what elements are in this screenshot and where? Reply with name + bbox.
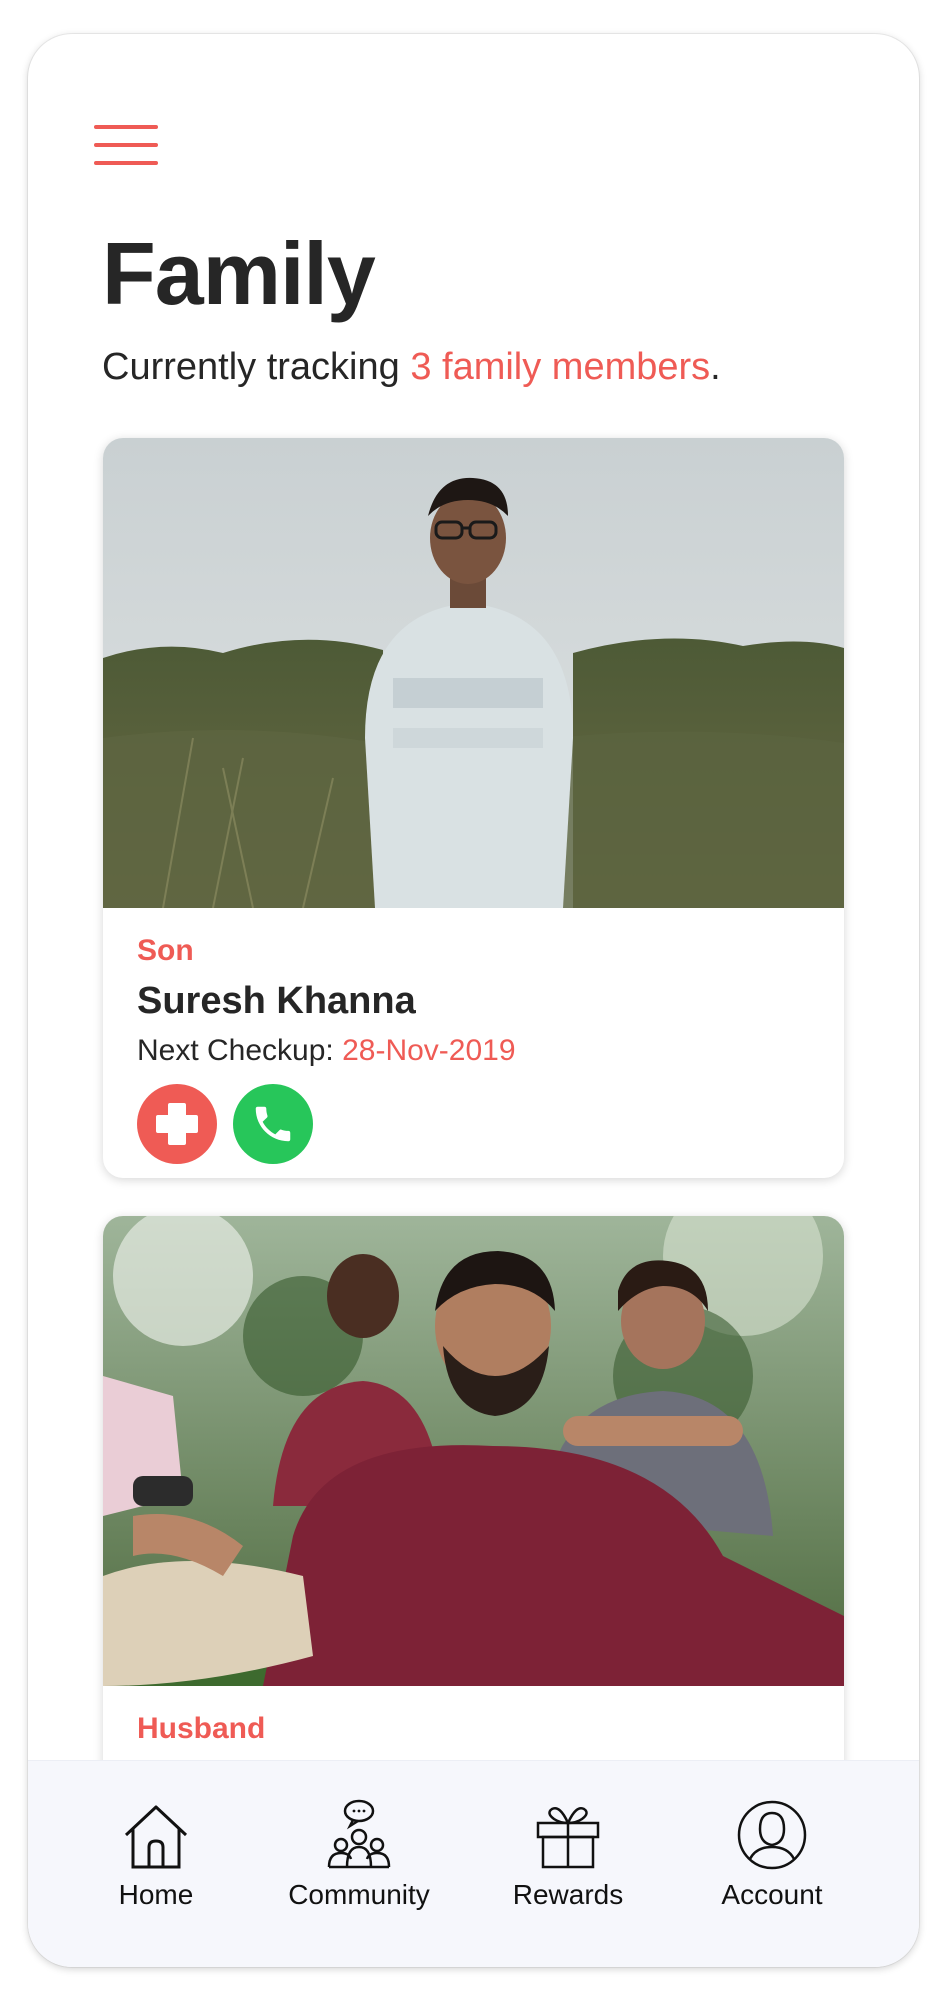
page-title: Family bbox=[102, 224, 376, 323]
member-photo-husband bbox=[103, 1216, 844, 1686]
medical-button[interactable] bbox=[137, 1084, 217, 1164]
tracking-summary: Currently tracking 3 family members. bbox=[102, 346, 721, 389]
tab-rewards[interactable]: Rewards bbox=[473, 1799, 663, 1911]
tab-community-label: Community bbox=[288, 1879, 430, 1910]
member-card-son[interactable]: Son Suresh Khanna Next Checkup: 28-Nov-2… bbox=[103, 438, 844, 1178]
community-icon bbox=[327, 1799, 391, 1869]
member-name: Suresh Khanna bbox=[137, 980, 416, 1022]
member-info-son: Son Suresh Khanna Next Checkup: 28-Nov-2… bbox=[137, 936, 516, 1164]
bottom-tab-bar: Home Community Rewards Account bbox=[28, 1760, 919, 1967]
phone-screen: Family Currently tracking 3 family membe… bbox=[28, 34, 919, 1967]
checkup-label: Next Checkup: bbox=[137, 1034, 343, 1067]
member-info-husband: Husband bbox=[137, 1714, 265, 1744]
member-relation: Son bbox=[137, 934, 194, 967]
member-photo-son bbox=[103, 438, 844, 908]
subtitle-suffix: . bbox=[710, 346, 721, 388]
tab-community[interactable]: Community bbox=[264, 1799, 454, 1911]
gift-icon bbox=[536, 1807, 600, 1869]
phone-icon bbox=[255, 1106, 291, 1142]
call-button[interactable] bbox=[233, 1084, 313, 1164]
tab-home-label: Home bbox=[118, 1879, 194, 1910]
member-count-link[interactable]: 3 family members bbox=[410, 346, 710, 388]
tab-account[interactable]: Account bbox=[677, 1799, 867, 1911]
subtitle-prefix: Currently tracking bbox=[102, 346, 411, 388]
tab-rewards-label: Rewards bbox=[512, 1879, 624, 1910]
hamburger-menu-icon[interactable] bbox=[94, 122, 158, 168]
tab-home[interactable]: Home bbox=[61, 1799, 251, 1911]
medical-cross-icon bbox=[156, 1103, 198, 1145]
next-checkup: Next Checkup: 28-Nov-2019 bbox=[137, 1036, 516, 1066]
member-actions bbox=[137, 1084, 516, 1164]
member-relation: Husband bbox=[137, 1712, 266, 1745]
checkup-date: 28-Nov-2019 bbox=[342, 1034, 516, 1067]
tab-account-label: Account bbox=[721, 1879, 823, 1910]
home-icon bbox=[124, 1805, 188, 1869]
account-icon bbox=[737, 1800, 807, 1870]
